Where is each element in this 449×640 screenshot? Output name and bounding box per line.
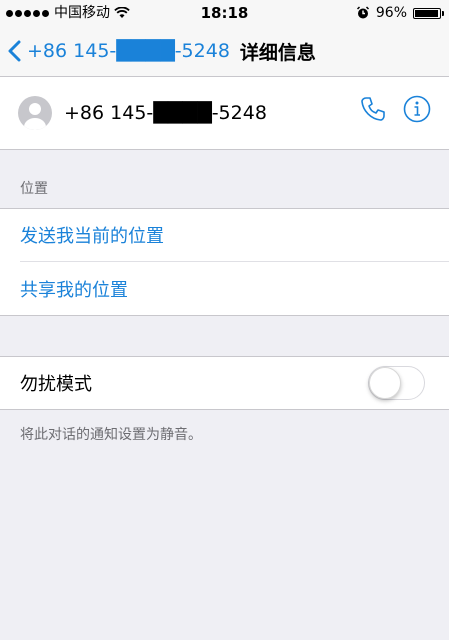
page-title: 详细信息 bbox=[239, 41, 316, 64]
person-icon bbox=[24, 103, 46, 130]
dnd-toggle[interactable] bbox=[368, 366, 425, 400]
location-section-header: 位置 bbox=[20, 181, 48, 197]
status-right: 96% bbox=[356, 0, 444, 26]
phone-icon[interactable] bbox=[359, 95, 387, 123]
back-button[interactable]: +86 145-████-5248 bbox=[8, 40, 230, 62]
contact-name: +86 145-████-5248 bbox=[64, 102, 267, 124]
battery-icon bbox=[413, 7, 444, 19]
location-group: 发送我当前的位置 共享我的位置 bbox=[0, 208, 449, 316]
alarm-icon bbox=[356, 6, 369, 19]
chevron-left-icon bbox=[8, 40, 21, 62]
dnd-row: 勿扰模式 bbox=[0, 356, 449, 410]
nav-bar: +86 145-████-5248 详细信息 bbox=[0, 26, 449, 77]
share-location-button[interactable]: 共享我的位置 bbox=[0, 262, 449, 315]
contact-actions bbox=[359, 95, 431, 123]
dnd-footnote: 将此对话的通知设置为静音。 bbox=[20, 427, 202, 443]
status-bar: 中国移动 18:18 96% bbox=[0, 0, 449, 26]
toggle-knob bbox=[369, 367, 401, 399]
dnd-label: 勿扰模式 bbox=[20, 374, 92, 395]
info-icon[interactable] bbox=[403, 95, 431, 123]
avatar bbox=[18, 96, 52, 130]
send-current-location-button[interactable]: 发送我当前的位置 bbox=[20, 209, 449, 262]
contact-row[interactable]: +86 145-████-5248 bbox=[0, 77, 449, 150]
back-label: +86 145-████-5248 bbox=[27, 40, 230, 62]
battery-percent: 96% bbox=[375, 5, 407, 21]
